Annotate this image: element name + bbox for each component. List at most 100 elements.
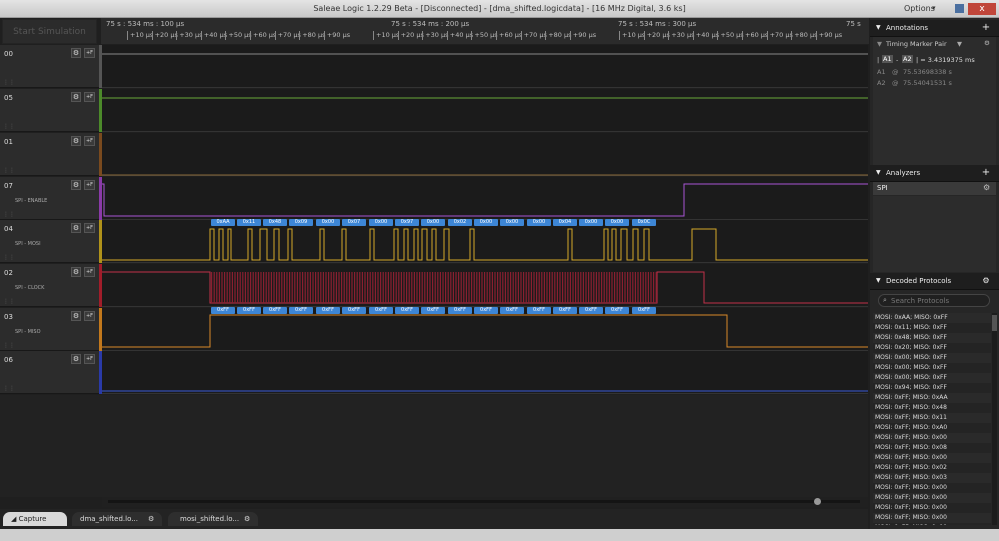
chevron-down-icon[interactable]: ▼ bbox=[876, 24, 881, 31]
decoded-list[interactable]: MOSI: 0xAA; MISO: 0xFF MOSI: 0x11; MISO: … bbox=[873, 313, 991, 525]
decoded-row[interactable]: MOSI: 0xFF; MISO: 0x00 bbox=[873, 493, 991, 503]
decoded-row[interactable]: MOSI: 0x48; MISO: 0xFF bbox=[873, 333, 991, 343]
add-annotation-button[interactable]: + bbox=[980, 22, 992, 34]
delta-value: | = 3.4319375 ms bbox=[916, 56, 975, 64]
analyzer-item-spi[interactable]: SPI ⚙ bbox=[873, 182, 996, 195]
horizontal-scrollbar[interactable] bbox=[102, 497, 868, 507]
search-input[interactable] bbox=[891, 296, 986, 306]
options-menu[interactable]: Options bbox=[904, 4, 935, 13]
decoded-row[interactable]: MOSI: 0x00; MISO: 0xFF bbox=[873, 373, 991, 383]
gear-icon[interactable]: ⚙ bbox=[980, 275, 992, 287]
annotations-title: Annotations bbox=[886, 24, 929, 32]
miso-byte-pill[interactable]: 0xFF bbox=[289, 307, 313, 314]
decoded-row[interactable]: MOSI: 0xFF; MISO: 0x00 bbox=[873, 503, 991, 513]
waveform-canvas[interactable] bbox=[0, 0, 870, 400]
mosi-byte-pill[interactable]: 0x11 bbox=[237, 219, 261, 226]
gear-icon[interactable]: ⚙ bbox=[983, 183, 990, 192]
miso-byte-pill[interactable]: 0xFF bbox=[632, 307, 656, 314]
decoded-row[interactable]: MOSI: 0x20; MISO: 0xFF bbox=[873, 343, 991, 353]
miso-byte-pill[interactable]: 0xFF bbox=[500, 307, 524, 314]
mosi-byte-pill[interactable]: 0x02 bbox=[448, 219, 472, 226]
miso-byte-pill[interactable]: 0xFF bbox=[605, 307, 629, 314]
minimize-button[interactable] bbox=[955, 4, 964, 13]
marker-pair-label: Timing Marker Pair bbox=[886, 40, 947, 48]
chevron-down-icon[interactable]: ▼ bbox=[876, 277, 881, 284]
decoded-row[interactable]: MOSI: 0x11; MISO: 0xFF bbox=[873, 323, 991, 333]
decoded-row[interactable]: MOSI: 0xFF; MISO: 0x00 bbox=[873, 483, 991, 493]
scroll-thumb[interactable] bbox=[814, 498, 821, 505]
a2-badge: A2 bbox=[902, 55, 913, 63]
gear-icon[interactable]: ⚙ bbox=[984, 39, 990, 47]
decoded-row[interactable]: MOSI: 0xFF; MISO: 0x02 bbox=[873, 463, 991, 473]
vertical-scrollbar[interactable] bbox=[992, 313, 997, 525]
miso-byte-pill[interactable]: 0xFF bbox=[527, 307, 551, 314]
miso-byte-pill[interactable]: 0xFF bbox=[553, 307, 577, 314]
mosi-byte-pill[interactable]: 0x97 bbox=[395, 219, 419, 226]
gear-icon[interactable]: ⚙ bbox=[244, 512, 250, 526]
a1-time: 75.53698338 s bbox=[903, 68, 952, 76]
miso-byte-pill[interactable]: 0xFF bbox=[342, 307, 366, 314]
a1-at: @ bbox=[892, 68, 899, 76]
miso-byte-pill[interactable]: 0xFF bbox=[263, 307, 287, 314]
gear-icon[interactable]: ⚙ bbox=[148, 512, 154, 526]
decoded-row[interactable]: MOSI: 0xFF; MISO: 0x48 bbox=[873, 403, 991, 413]
capture-icon: ◢ bbox=[11, 515, 17, 523]
add-analyzer-button[interactable]: + bbox=[980, 167, 992, 179]
decoded-protocols-title: Decoded Protocols bbox=[886, 277, 952, 285]
mosi-byte-pill[interactable]: 0x00 bbox=[527, 219, 551, 226]
chevron-down-icon[interactable]: ▼ bbox=[876, 169, 881, 176]
decoded-row[interactable]: MOSI: 0xFF; MISO: 0x08 bbox=[873, 443, 991, 453]
mosi-byte-pill[interactable]: 0x00 bbox=[316, 219, 340, 226]
miso-byte-pill[interactable]: 0xFF bbox=[369, 307, 393, 314]
miso-byte-pill[interactable]: 0xFF bbox=[316, 307, 340, 314]
miso-byte-pill[interactable]: 0xFF bbox=[395, 307, 419, 314]
decoded-row[interactable]: MOSI: 0xFF; MISO: 0x00 bbox=[873, 523, 991, 525]
decoded-row[interactable]: MOSI: 0xFF; MISO: 0x00 bbox=[873, 513, 991, 523]
chevron-down-icon[interactable]: ▾ bbox=[932, 4, 936, 12]
miso-byte-pill[interactable]: 0xFF bbox=[579, 307, 603, 314]
tab-capture-label: Capture bbox=[18, 515, 47, 523]
decoded-row[interactable]: MOSI: 0xFF; MISO: 0x00 bbox=[873, 433, 991, 443]
mosi-byte-pill[interactable]: 0x00 bbox=[369, 219, 393, 226]
analyzers-title: Analyzers bbox=[886, 169, 921, 177]
mosi-byte-pill[interactable]: 0x07 bbox=[342, 219, 366, 226]
miso-byte-pill[interactable]: 0xFF bbox=[448, 307, 472, 314]
a2-label: A2 bbox=[877, 79, 886, 87]
tab-file-mosi[interactable]: mosi_shifted.lo... ⚙ bbox=[168, 512, 258, 526]
mosi-byte-pill[interactable]: 0x00 bbox=[605, 219, 629, 226]
miso-byte-pill[interactable]: 0xFF bbox=[237, 307, 261, 314]
decoded-row[interactable]: MOSI: 0x00; MISO: 0xFF bbox=[873, 353, 991, 363]
mosi-byte-pill[interactable]: 0x00 bbox=[500, 219, 524, 226]
mosi-byte-pill[interactable]: 0x0C bbox=[632, 219, 656, 226]
decoded-row[interactable]: MOSI: 0xFF; MISO: 0x03 bbox=[873, 473, 991, 483]
mosi-byte-pill[interactable]: 0x04 bbox=[553, 219, 577, 226]
mosi-byte-pill[interactable]: 0x09 bbox=[289, 219, 313, 226]
close-button[interactable]: x bbox=[968, 3, 996, 15]
decoded-row[interactable]: MOSI: 0xFF; MISO: 0xA0 bbox=[873, 423, 991, 433]
annotations-header[interactable]: ▼ Annotations + bbox=[870, 20, 999, 37]
decoded-row[interactable]: MOSI: 0xFF; MISO: 0x11 bbox=[873, 413, 991, 423]
decoded-protocols-header[interactable]: ▼ Decoded Protocols ⚙ bbox=[870, 273, 999, 290]
mosi-trace bbox=[102, 228, 868, 261]
miso-byte-pill[interactable]: 0xFF bbox=[474, 307, 498, 314]
miso-byte-pill[interactable]: 0xFF bbox=[211, 307, 235, 314]
analyzer-item-label: SPI bbox=[877, 184, 888, 192]
decoded-row[interactable]: MOSI: 0xAA; MISO: 0xFF bbox=[873, 313, 991, 323]
decoded-row[interactable]: MOSI: 0x94; MISO: 0xFF bbox=[873, 383, 991, 393]
miso-byte-pill[interactable]: 0xFF bbox=[421, 307, 445, 314]
scroll-thumb[interactable] bbox=[992, 315, 997, 331]
mosi-byte-pill[interactable]: 0x00 bbox=[421, 219, 445, 226]
mosi-byte-pill[interactable]: 0x00 bbox=[579, 219, 603, 226]
decoded-row[interactable]: MOSI: 0xFF; MISO: 0xAA bbox=[873, 393, 991, 403]
analyzers-header[interactable]: ▼ Analyzers + bbox=[870, 165, 999, 182]
search-box[interactable]: ⌕ bbox=[878, 294, 990, 307]
chevron-down-icon[interactable]: ▼ bbox=[957, 40, 962, 48]
chevron-down-icon[interactable]: ▼ bbox=[877, 40, 882, 48]
mosi-byte-pill[interactable]: 0x48 bbox=[263, 219, 287, 226]
mosi-byte-pill[interactable]: 0xAA bbox=[211, 219, 235, 226]
decoded-row[interactable]: MOSI: 0x00; MISO: 0xFF bbox=[873, 363, 991, 373]
mosi-byte-pill[interactable]: 0x00 bbox=[474, 219, 498, 226]
tab-file-dma[interactable]: dma_shifted.lo... ⚙ bbox=[72, 512, 162, 526]
tab-capture[interactable]: ◢ Capture bbox=[3, 512, 67, 526]
decoded-row[interactable]: MOSI: 0xFF; MISO: 0x00 bbox=[873, 453, 991, 463]
